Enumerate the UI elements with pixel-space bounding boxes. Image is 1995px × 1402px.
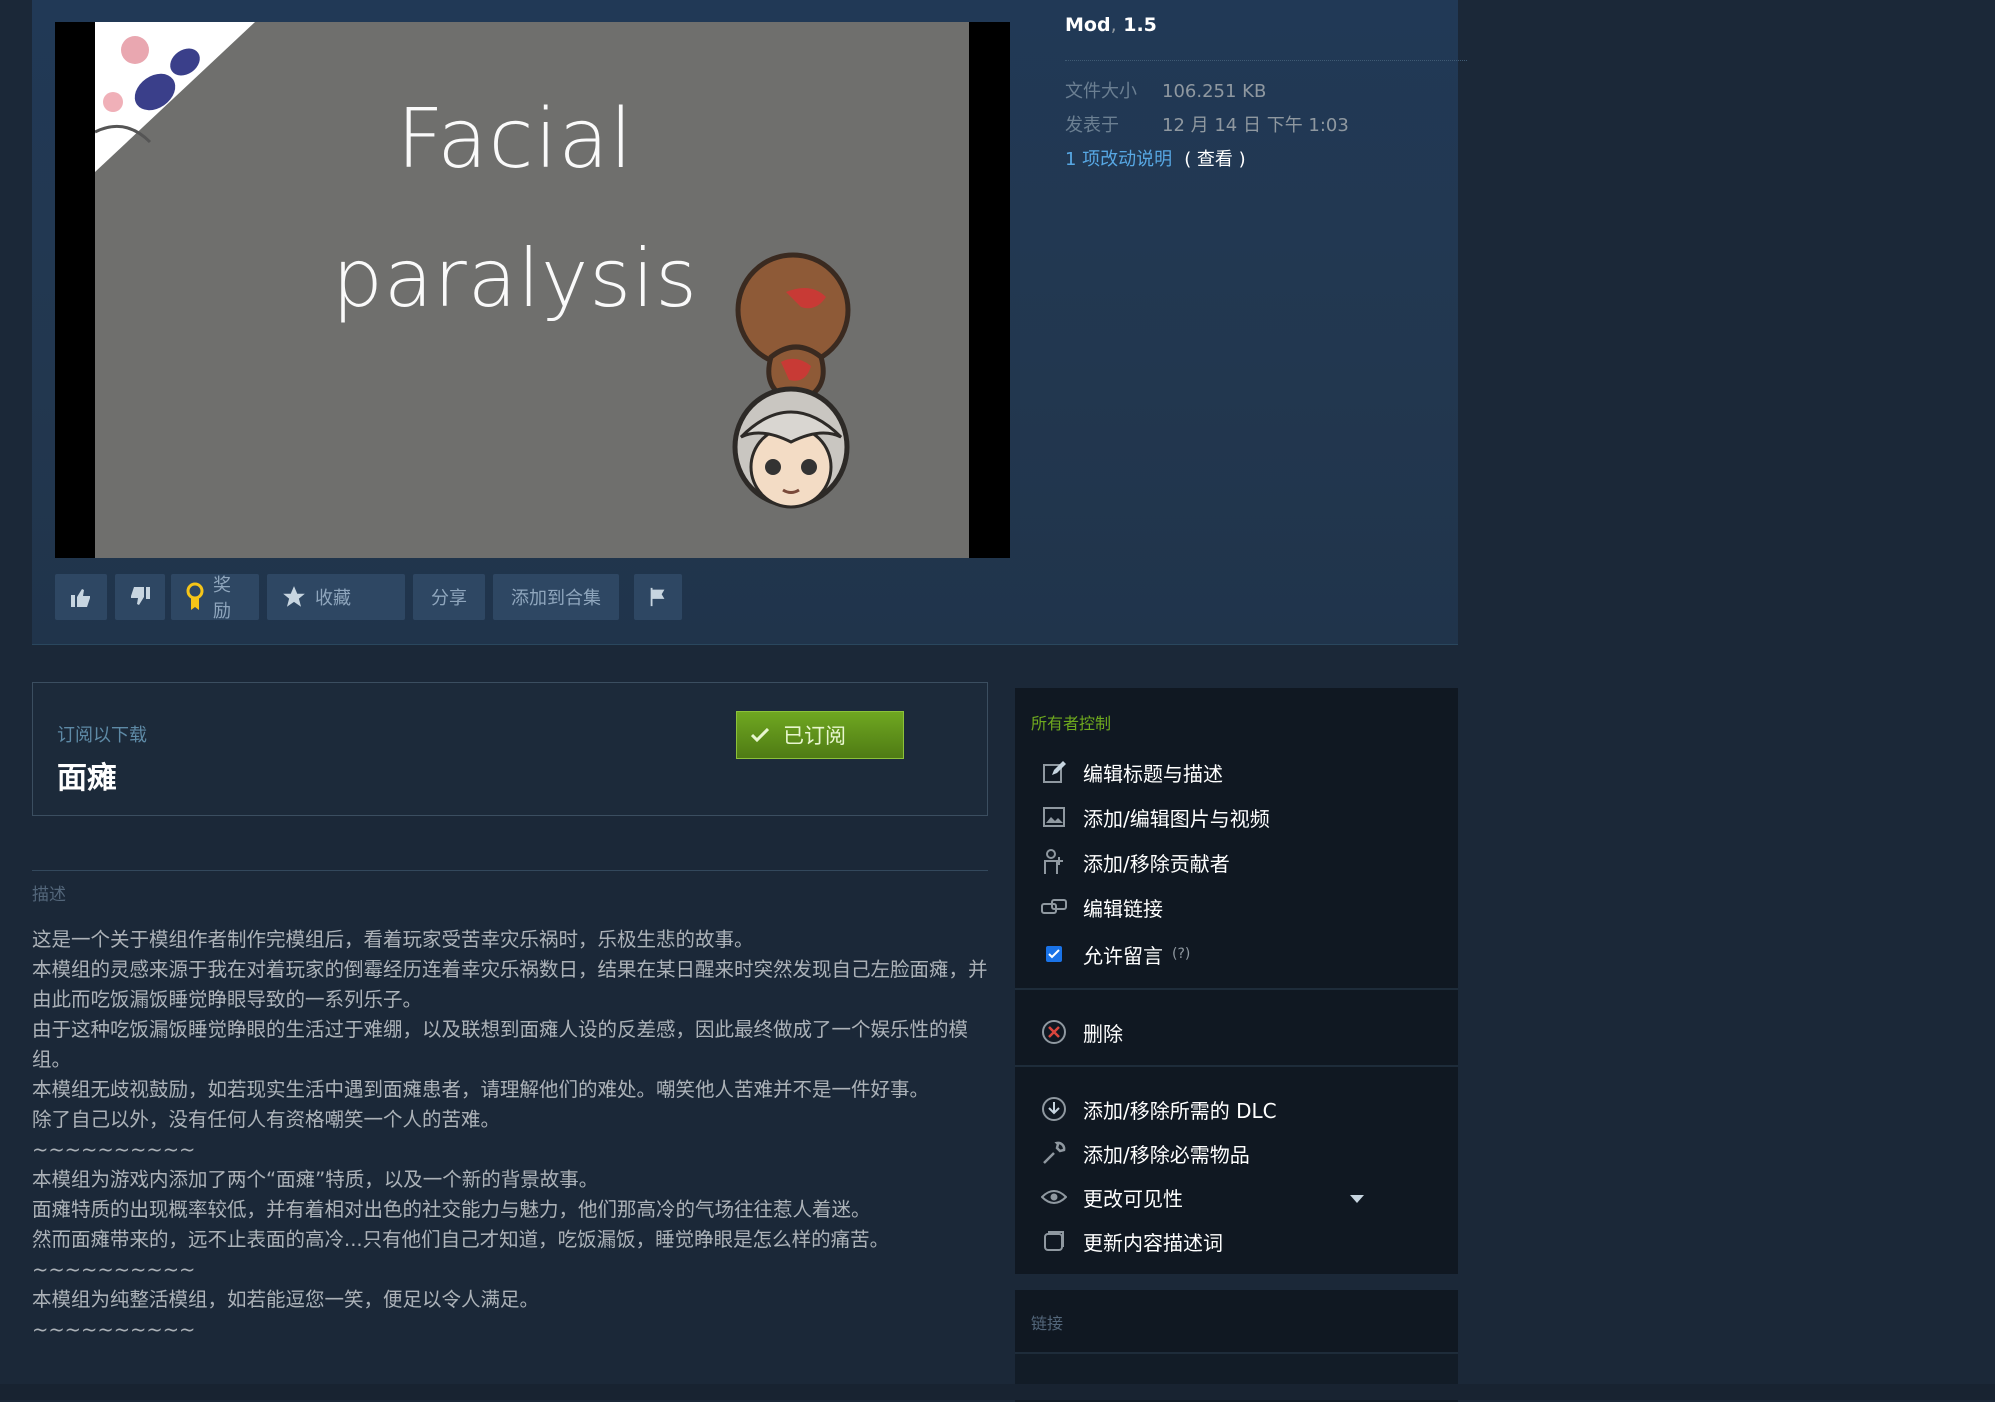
description-line: ~~~~~~~~~~ [32,1138,196,1161]
checkmark-icon [751,728,769,742]
pencil-edit-icon [1041,759,1067,785]
delete-x-icon [1041,1019,1067,1045]
description-line: 这是一个关于模组作者制作完模组后，看着玩家受苦幸灾乐祸时，乐极生悲的故事。 [32,928,754,951]
required-items[interactable]: 添加/移除必需物品 [1041,1136,1250,1170]
content-descriptors-label: 更新内容描述词 [1083,1230,1223,1255]
favorite-label: 收藏 [315,588,351,609]
required-items-label: 添加/移除必需物品 [1083,1142,1250,1167]
subscribe-label: 订阅以下载 [57,725,147,746]
posted-row: 发表于 12 月 14 日 下午 1:03 [1065,109,1467,143]
thumbs-up-icon [71,589,90,607]
award-label: 奖励 [213,575,231,622]
description-line: 除了自己以外，没有任何人有资格嘲笑一个人的苦难。 [32,1108,501,1131]
update-content-descriptors[interactable]: 更新内容描述词 [1041,1224,1223,1258]
visibility-label: 更改可见性 [1083,1186,1183,1211]
image-icon [1041,804,1067,830]
edit-title-label: 编辑标题与描述 [1083,761,1223,786]
link-icon [1041,894,1067,920]
section-divider [1015,1065,1458,1067]
change-notes-link[interactable]: 1 项改动说明 [1065,149,1172,170]
share-button[interactable]: 分享 [413,574,485,620]
edit-title-description[interactable]: 编辑标题与描述 [1041,755,1223,789]
thumbs-up-button[interactable] [55,574,107,620]
file-size-label: 文件大小 [1065,81,1137,102]
owner-controls-heading: 所有者控制 [1031,714,1112,733]
description-line: 面瘫特质的出现概率较低，并有着相对出色的社交能力与魅力，他们那高冷的气场往往惹人… [32,1198,871,1221]
changes-row: 1 项改动说明 ( 查看 ) [1065,143,1467,177]
required-dlc-label: 添加/移除所需的 DLC [1083,1098,1277,1123]
description-line: ~~~~~~~~~~ [32,1258,196,1281]
descriptor-tag-icon [1041,1228,1067,1254]
share-label: 分享 [431,588,467,609]
wrench-icon [1041,1140,1067,1166]
links-heading: 链接 [1031,1314,1064,1333]
change-visibility[interactable]: 更改可见性 [1041,1180,1371,1214]
star-icon [283,586,305,607]
delete-label: 删除 [1083,1021,1123,1046]
allow-comments-toggle[interactable]: 允许留言 (?) [1041,937,1191,971]
thumbs-down-icon [131,587,150,605]
subscribed-button[interactable]: 已订阅 [736,711,904,759]
tag-version[interactable]: 1.5 [1123,14,1157,36]
add-to-collection-button[interactable]: 添加到合集 [493,574,619,620]
edit-contributors[interactable]: 添加/移除贡献者 [1041,845,1230,879]
links-panel: 链接 [1015,1290,1458,1352]
owner-controls-panel: 所有者控制 编辑标题与描述 添加/编辑图片与视频 添加/移除贡献者 编辑链接 允… [1015,688,1458,1274]
subscribed-label: 已订阅 [783,724,846,748]
description-divider [32,870,988,871]
help-link[interactable]: (?) [1171,945,1191,963]
dlc-download-icon [1041,1096,1067,1122]
item-meta: Mod, 1.5 文件大小 106.251 KB 发表于 12 月 14 日 下午 … [1065,14,1467,177]
description-line: 本模组的灵感来源于我在对着玩家的倒霉经历连着幸灾乐祸数日，结果在某日醒来时突然发… [32,958,988,1011]
award-button[interactable]: 奖励 [171,574,259,622]
meta-divider [1065,60,1467,61]
eye-icon [1041,1184,1067,1210]
description-line: 由于这种吃饭漏饭睡觉睁眼的生活过于难绷，以及联想到面瘫人设的反差感，因此最终做成… [32,1018,969,1071]
preview-canvas: Facial paralysis [95,22,969,558]
flag-icon [650,587,665,607]
edit-images-videos[interactable]: 添加/编辑图片与视频 [1041,800,1270,834]
item-name: 面瘫 [57,761,117,796]
report-button[interactable] [634,574,682,620]
required-dlc[interactable]: 添加/移除所需的 DLC [1041,1092,1277,1126]
bottom-strip [0,1384,1995,1400]
preview-image[interactable]: Facial paralysis [55,22,1010,558]
posted-label: 发表于 [1065,115,1119,136]
dropdown-caret-icon [1350,1195,1364,1203]
contributors-icon [1041,849,1067,875]
section-divider [1015,988,1458,990]
description-line: 本模组无歧视鼓励，如若现实生活中遇到面瘫患者，请理解他们的难处。嘲笑他人苦难并不… [32,1078,930,1101]
checkbox[interactable] [1041,941,1067,967]
character-illustration [732,252,851,509]
delete-item[interactable]: 删除 [1041,1015,1123,1049]
tag-mod[interactable]: Mod [1065,14,1111,36]
description-heading: 描述 [32,885,66,905]
description-line: 本模组为游戏内添加了两个“面瘫”特质，以及一个新的背景故事。 [32,1168,599,1191]
favorite-button[interactable]: 收藏 [267,574,405,620]
description-line: ~~~~~~~~~~ [32,1318,196,1341]
description-body: 这是一个关于模组作者制作完模组后，看着玩家受苦幸灾乐祸时，乐极生悲的故事。 本模… [32,925,988,1385]
file-size-value: 106.251 KB [1162,81,1267,102]
description-line: 然而面瘫带来的，远不止表面的高冷...只有他们自己才知道，吃饭漏饭，睡觉睁眼是怎… [32,1228,890,1251]
preview-title-line1: Facial [396,92,634,187]
media-panel: Facial paralysis 奖励 收藏 分享 添加到合集 Mod, 1.5… [32,0,1467,645]
edit-links-label: 编辑链接 [1083,896,1163,921]
posted-value: 12 月 14 日 下午 1:03 [1162,115,1349,136]
contributors-label: 添加/移除贡献者 [1083,851,1230,876]
view-changes-link[interactable]: ( 查看 ) [1184,149,1246,170]
allow-comments-label: 允许留言 [1083,943,1163,968]
file-size-row: 文件大小 106.251 KB [1065,75,1467,109]
thumbs-down-button[interactable] [115,574,165,620]
edit-links[interactable]: 编辑链接 [1041,890,1163,924]
edit-images-label: 添加/编辑图片与视频 [1083,806,1270,831]
check-icon [1048,949,1060,959]
subscribe-box: 订阅以下载 面瘫 已订阅 [32,682,988,816]
item-tags: Mod, 1.5 [1065,14,1157,36]
add-to-collection-label: 添加到合集 [511,588,601,609]
description-line: 本模组为纯整活模组，如若能逗您一笑，便足以令人满足。 [32,1288,540,1311]
award-ribbon-icon [186,582,204,610]
